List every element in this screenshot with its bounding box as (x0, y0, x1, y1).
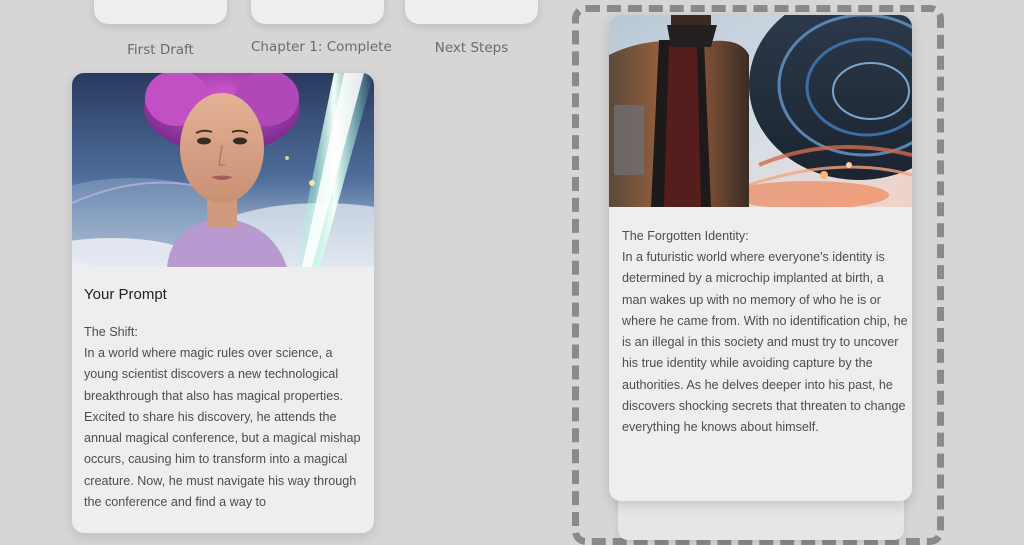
result-image (609, 15, 912, 207)
result-card[interactable]: The Forgotten Identity: In a futuristic … (609, 15, 912, 501)
step-label-first-draft: First Draft (127, 42, 194, 58)
step-tile-next-steps[interactable] (405, 0, 538, 24)
prompt-story-title: The Shift: (84, 325, 138, 339)
step-tile-chapter-1[interactable] (251, 0, 384, 24)
step-label-next-steps: Next Steps (434, 40, 509, 56)
result-illustration (609, 15, 912, 207)
prompt-image (72, 73, 374, 267)
prompt-card[interactable]: Your Prompt The Shift: In a world where … (72, 73, 374, 533)
step-label-chapter-1: Chapter 1: Complete (251, 39, 392, 55)
result-story-body: In a futuristic world where everyone's i… (622, 250, 908, 435)
prompt-story-body: In a world where magic rules over scienc… (84, 346, 361, 510)
step-tile-first-draft[interactable] (94, 0, 227, 24)
prompt-illustration (72, 73, 374, 267)
result-story-title: The Forgotten Identity: (622, 229, 749, 243)
prompt-title: Your Prompt (84, 286, 167, 303)
